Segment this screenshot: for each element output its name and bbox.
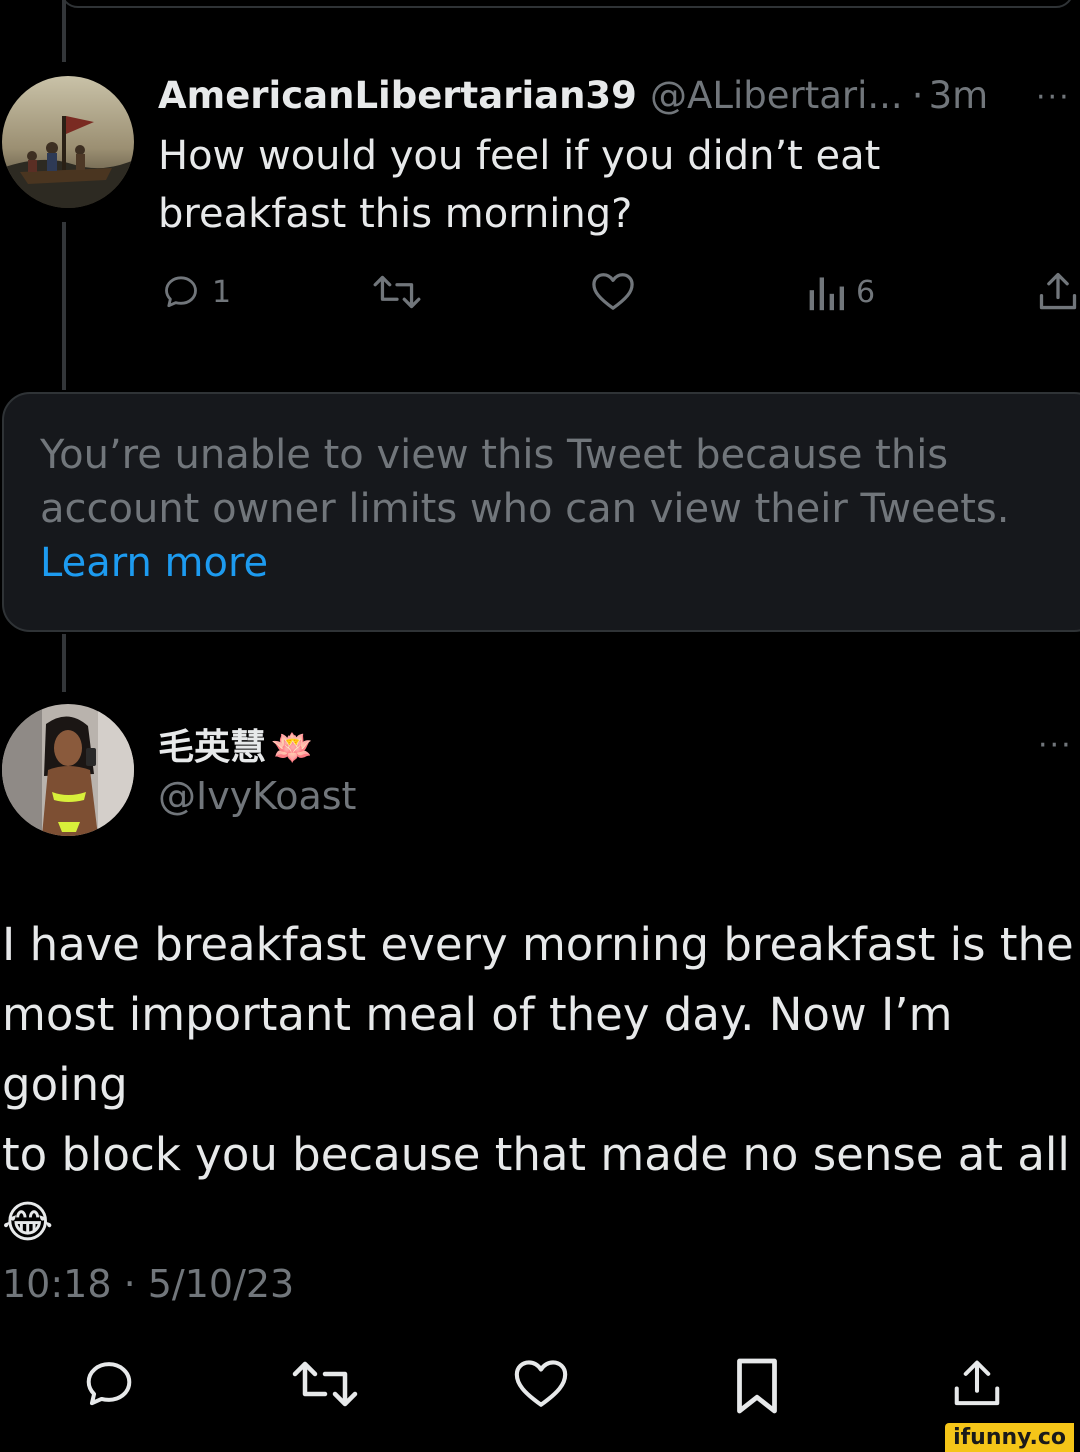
lotus-emoji: 🪷 <box>271 728 314 768</box>
views-chart-icon <box>809 277 844 311</box>
reply-icon <box>86 1362 132 1406</box>
parent-tweet-time[interactable]: 3m <box>929 74 989 117</box>
avatar-photo-image <box>2 704 134 836</box>
parent-tweet-header: AmericanLibertarian39 @ALibertari... · 3… <box>158 74 988 117</box>
reply-button[interactable]: 1 <box>160 272 231 312</box>
share-icon <box>1039 272 1077 310</box>
parent-tweet-line-2: breakfast this morning? <box>158 191 633 237</box>
main-author-name-row: 毛英慧 🪷 <box>158 718 313 770</box>
reply-icon <box>165 276 197 308</box>
reply-count: 1 <box>212 274 232 310</box>
thread-line-top <box>62 0 66 62</box>
main-tweet-timestamp[interactable]: 10:18 · 5/10/23 <box>2 1262 294 1306</box>
retweet-icon <box>373 275 421 309</box>
share-button[interactable] <box>1036 270 1080 314</box>
previous-tweet-card-edge <box>60 0 1074 8</box>
main-reply-button[interactable] <box>80 1356 138 1416</box>
notice-line-1: You’re unable to view this Tweet because… <box>40 432 949 478</box>
thread-line-middle <box>62 222 66 390</box>
parent-tweet-line-1: How would you feel if you didn’t eat <box>158 133 881 179</box>
parent-author-handle[interactable]: @ALibertari... <box>650 74 903 117</box>
notice-line-2: account owner limits who can view their … <box>40 486 1010 532</box>
main-like-button[interactable] <box>512 1356 570 1414</box>
thread-line-bottom <box>62 634 66 692</box>
learn-more-link[interactable]: Learn more <box>40 536 268 590</box>
main-tweet-line-2: most important meal of they day. Now I’m… <box>2 988 953 1111</box>
main-tweet-line-3: to block you because that made no sense … <box>2 1128 1070 1181</box>
ifunny-watermark: ifunny.co <box>945 1423 1074 1452</box>
views-count: 6 <box>856 274 876 310</box>
main-tweet-line-1: I have breakfast every morning breakfast… <box>2 918 1074 971</box>
main-more-icon[interactable]: ··· <box>1038 728 1073 763</box>
header-separator: · <box>911 74 924 117</box>
avatar-painting-image <box>2 76 134 208</box>
heart-icon <box>514 1360 568 1407</box>
main-author-name[interactable]: 毛英慧 <box>158 727 266 768</box>
bookmark-icon <box>737 1358 777 1414</box>
share-icon <box>954 1360 1000 1406</box>
laughing-emoji: 😂 <box>2 1197 54 1248</box>
parent-author-name[interactable]: AmericanLibertarian39 <box>158 74 637 117</box>
main-share-button[interactable] <box>950 1356 1004 1416</box>
parent-tweet-text: How would you feel if you didn’t eat bre… <box>158 127 1058 243</box>
unavailable-tweet-notice: You’re unable to view this Tweet because… <box>2 392 1080 632</box>
main-author-avatar[interactable] <box>2 704 134 836</box>
main-bookmark-button[interactable] <box>734 1356 780 1420</box>
heart-icon <box>592 273 634 310</box>
retweet-icon <box>292 1361 358 1407</box>
main-tweet-text: I have breakfast every morning breakfast… <box>2 910 1080 1256</box>
retweet-button[interactable] <box>370 272 424 312</box>
main-retweet-button[interactable] <box>290 1356 360 1416</box>
parent-more-icon[interactable]: ··· <box>1036 80 1071 115</box>
views-button[interactable]: 6 <box>806 272 875 312</box>
main-author-handle[interactable]: @IvyKoast <box>158 774 356 818</box>
like-button[interactable] <box>590 270 636 312</box>
parent-author-avatar[interactable] <box>2 76 134 208</box>
